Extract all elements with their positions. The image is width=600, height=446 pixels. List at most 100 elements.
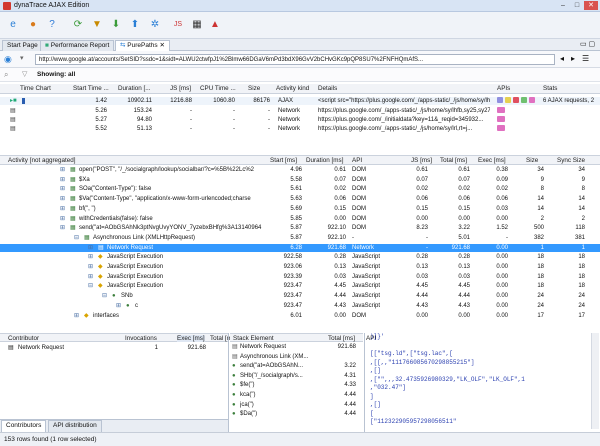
maximize-icon[interactable]: □	[570, 1, 584, 10]
expand-toggle-icon[interactable]: ⊞	[116, 302, 121, 310]
grid-icon[interactable]: ▦	[189, 17, 205, 33]
activity-row[interactable]: ⊞ ▦ SOa("Content-Type"): false 5.61 0.02 DOM 0…	[0, 185, 600, 193]
col-size[interactable]: Size	[526, 157, 538, 164]
col-total[interactable]: Total [ms]	[440, 157, 467, 164]
stack-row[interactable]: ▤Network Request921.68Netwo	[230, 343, 364, 351]
dropdown-chevron-icon[interactable]: ▾	[20, 54, 24, 62]
stack-row[interactable]: ●$fe(")4.33DOM	[230, 381, 364, 389]
activity-row[interactable]: ⊞ ▦ send("at=AObGSAhNk3ptNvgUvyYONV_7yzebx…	[0, 224, 600, 232]
col-details[interactable]: Details	[318, 85, 337, 92]
filter-funnel-icon[interactable]: ▼	[89, 17, 105, 33]
expand-toggle-icon[interactable]: ⊟	[74, 234, 79, 242]
browser-firefox-icon[interactable]: ●	[25, 17, 41, 33]
settings-gear-icon[interactable]: ✲	[147, 17, 163, 33]
expand-toggle-icon[interactable]: ⊞	[88, 244, 93, 252]
col-apis[interactable]: APIs	[497, 85, 510, 92]
col-invocations[interactable]: Invocations	[125, 335, 157, 342]
expand-icon[interactable]: ▸■	[10, 97, 17, 105]
view-menu-icon[interactable]: ☰	[582, 54, 589, 63]
expand-toggle-icon[interactable]: ⊞	[88, 273, 93, 281]
activity-row[interactable]: ⊞ ◆ JavaScript Execution 923.06 0.13 JavaScri…	[0, 263, 600, 271]
url-input[interactable]: http://www.google.at/accounts/SetSID?ssd…	[35, 54, 555, 65]
minimize-view-icon[interactable]: ▭ ▢	[580, 40, 595, 48]
col-api[interactable]: API	[352, 157, 362, 164]
browser-ie-icon[interactable]: e	[5, 17, 21, 33]
expand-toggle-icon[interactable]: ⊞	[88, 253, 93, 261]
col-sync-size[interactable]: Sync Size	[557, 157, 585, 164]
tab-api-distribution[interactable]: API distribution	[48, 420, 102, 432]
col-duration[interactable]: Duration [...	[118, 85, 151, 92]
minimize-icon[interactable]: –	[556, 1, 570, 10]
tab-start-page[interactable]: Start Page	[2, 40, 43, 51]
stack-row[interactable]: ▤ Asynchronous Link (XM...	[230, 353, 364, 361]
timeline-icon[interactable]: ▲	[207, 17, 223, 33]
tab-purepaths[interactable]: ⇆ PurePaths ✕	[115, 40, 170, 51]
col-js[interactable]: JS [ms]	[170, 85, 191, 92]
activity-row[interactable]: ⊞ ▤ Network Request 6.28 921.68 Network - 921.6…	[0, 243, 600, 252]
activity-row[interactable]: ⊞ ◆ JavaScript Execution 923.39 0.03 JavaScri…	[0, 273, 600, 281]
activity-row[interactable]: ⊟ ▦ Asynchronous Link (XMLHttpRequest) 5.87…	[0, 234, 600, 242]
activity-row[interactable]: ⊞ ◆ interfaces 6.01 0.00 DOM 0.00 0.00 0.00 17 17	[0, 312, 600, 320]
stack-row[interactable]: ●send("at=AObGSAhN...3.22DOM	[230, 362, 364, 370]
col-contributor[interactable]: Contributor	[8, 335, 39, 342]
col-start[interactable]: Start [ms]	[270, 157, 297, 164]
col-js[interactable]: JS [ms]	[411, 157, 432, 164]
expand-toggle-icon[interactable]: ⊞	[60, 166, 65, 174]
activity-row[interactable]: ⊞ ▦ bf(", ") 5.69 0.15 DOM 0.15 0.15 0.03 14 14	[0, 205, 600, 213]
table-row[interactable]: ▤ 5.26 153.24 - - - Network https://plus…	[0, 107, 600, 115]
expand-toggle-icon[interactable]: ⊞	[60, 185, 65, 193]
js-icon[interactable]: JS	[170, 17, 186, 33]
expand-toggle-icon[interactable]: ⊞	[60, 224, 65, 232]
col-exec[interactable]: Exec [ms]	[177, 335, 205, 342]
col-size[interactable]: Size	[248, 85, 260, 92]
expand-toggle-icon[interactable]: ⊟	[102, 292, 107, 300]
nav-forward-icon[interactable]: ▸	[571, 54, 575, 63]
activity-row[interactable]: ⊟ ● SNb 923.47 4.44 JavaScript 4.44 4.44 0.00 24 2…	[0, 292, 600, 300]
activity-row[interactable]: ⊟ ◆ JavaScript Execution 923.47 4.45 JavaScri…	[0, 282, 600, 290]
import-icon[interactable]: ⬇	[108, 17, 124, 33]
expand-toggle-icon[interactable]: ⊞	[60, 205, 65, 213]
stack-row[interactable]: ●$Da(")4.44DOM	[230, 410, 364, 418]
col-cpu-time[interactable]: CPU Time ...	[200, 85, 236, 92]
col-total[interactable]: Total [ms]	[328, 335, 355, 342]
expand-toggle-icon[interactable]: ⊞	[60, 176, 65, 184]
col-time-chart[interactable]: Time Chart	[20, 85, 51, 92]
activity-row[interactable]: ⊞ ▦ $Va("Content-Type", "application/x-www…	[0, 195, 600, 203]
col-stack-element[interactable]: Stack Element	[233, 335, 274, 342]
expand-toggle-icon[interactable]: ⊟	[88, 282, 93, 290]
table-row[interactable]: ▤ 5.27 94.80 - - - Network https://plus.…	[0, 116, 600, 124]
expand-toggle-icon[interactable]: ⊞	[74, 312, 79, 320]
activity-row[interactable]: ⊞ ▦ $Xa 5.58 0.07 DOM 0.07 0.07 0.09 9 9	[0, 176, 600, 184]
filter-icon[interactable]: ▽	[22, 70, 27, 78]
nav-back-icon[interactable]: ◂	[560, 54, 564, 63]
activity-row[interactable]: ⊞ ● c 923.47 4.43 JavaScript 4.43 4.43 0.00 24 24	[0, 302, 600, 310]
tab-contributors[interactable]: Contributors	[1, 420, 47, 432]
stack-row[interactable]: ●SHb("/_/socialgraph/s...4.31DOM	[230, 372, 364, 380]
activity-row[interactable]: ⊞ ▦ withCredentials(false): false 5.85 0.00 D…	[0, 215, 600, 223]
vertical-scrollbar[interactable]	[591, 333, 599, 429]
col-activity[interactable]: Activity [not aggregated]	[8, 157, 76, 164]
stack-row[interactable]: ●jca(")4.44DOM	[230, 401, 364, 409]
table-row[interactable]: ▤ 5.52 51.13 - - - Network https://plus.…	[0, 125, 600, 133]
help-icon[interactable]: ?	[44, 17, 60, 33]
close-tab-icon[interactable]: ✕	[159, 42, 164, 49]
table-row[interactable]: ▸■ 1.42 10902.11 1216.88 1060.80 86176 A…	[0, 97, 600, 105]
stack-row[interactable]: ●kca(")4.44DOM	[230, 391, 364, 399]
col-duration[interactable]: Duration [ms]	[306, 157, 343, 164]
col-exec[interactable]: Exec [ms]	[478, 157, 506, 164]
splitter[interactable]	[364, 333, 365, 432]
expand-toggle-icon[interactable]: ⊞	[60, 195, 65, 203]
activity-row[interactable]: ⊞ ◆ JavaScript Execution 922.58 0.28 JavaScri…	[0, 253, 600, 261]
export-icon[interactable]: ⬆	[127, 17, 143, 33]
expand-toggle-icon[interactable]: ⊞	[60, 215, 65, 223]
col-stats[interactable]: Stats	[543, 85, 557, 92]
splitter[interactable]	[228, 333, 229, 432]
tab-performance-report[interactable]: ■ Performance Report	[40, 40, 115, 51]
col-start-time[interactable]: Start Time ...	[73, 85, 109, 92]
contributor-row[interactable]: ▤ Network Request 1 921.68	[0, 344, 228, 352]
activity-row[interactable]: ⊞ ▦ open("POST", "/_/socialgraph/lookup/so…	[0, 166, 600, 174]
refresh-icon[interactable]: ⟳	[70, 17, 86, 33]
close-icon[interactable]: ✕	[584, 1, 598, 10]
col-activity-kind[interactable]: Activity kind	[276, 85, 309, 92]
search-icon[interactable]: ⌕	[4, 70, 8, 80]
